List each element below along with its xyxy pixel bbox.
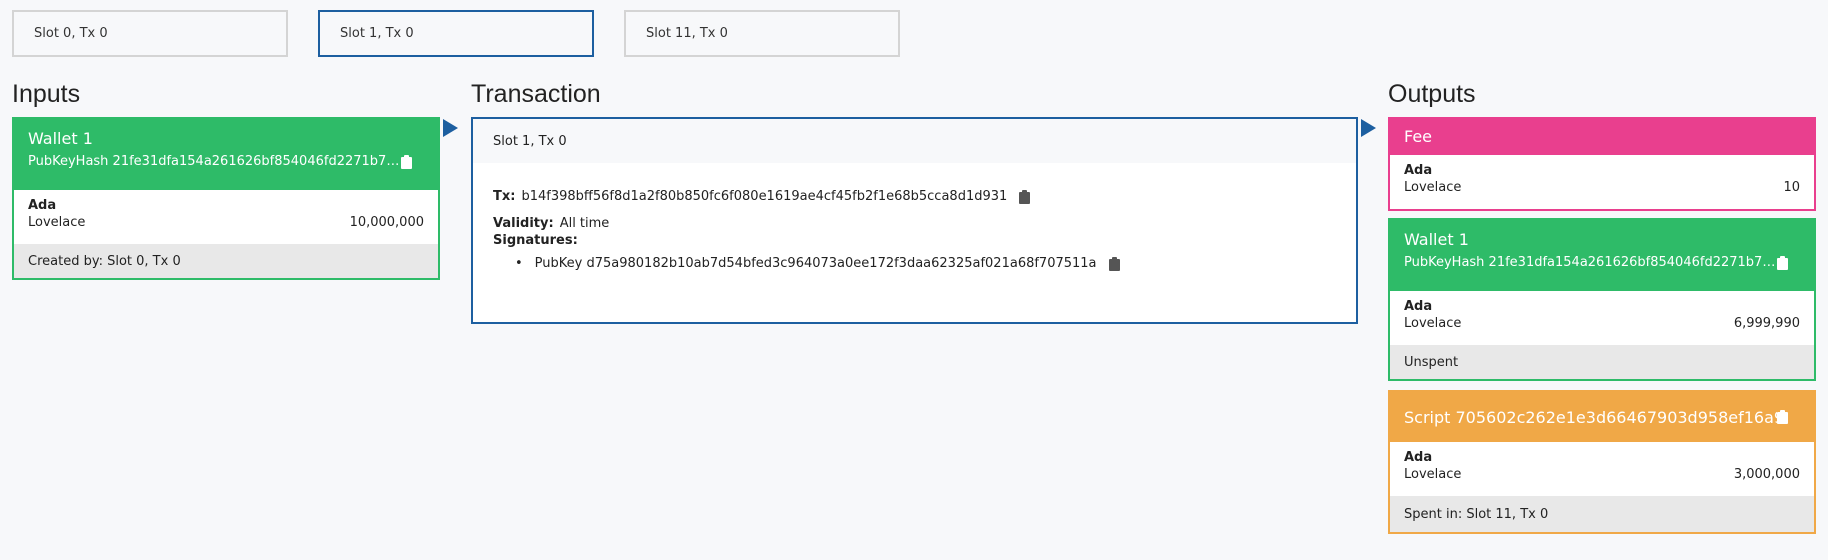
triangle-right-icon	[443, 119, 458, 137]
output-script-spent-in[interactable]: Spent in: Slot 11, Tx 0	[1390, 496, 1814, 532]
input-token: Lovelace	[28, 215, 86, 230]
output-script-card: Script 705602c262e1e3d66467903d958ef16a9…	[1388, 390, 1816, 534]
output-script-token: Lovelace	[1404, 467, 1462, 482]
output-fee-card: Fee Ada Lovelace 10	[1388, 117, 1816, 211]
tx-id: b14f398bff56f8d1a2f80b850fc6f080e1619ae4…	[521, 189, 1008, 204]
output-fee-title: Fee	[1404, 127, 1433, 146]
output-script-currency: Ada	[1404, 450, 1433, 465]
output-fee-amount: 10	[1783, 180, 1800, 195]
output-wallet-amount: 6,999,990	[1733, 316, 1800, 331]
input-created-by[interactable]: Created by: Slot 0, Tx 0	[14, 244, 438, 278]
output-script-value: Ada Lovelace 3,000,000	[1390, 442, 1814, 496]
clipboard-icon[interactable]	[1777, 410, 1788, 424]
output-fee-currency: Ada	[1404, 163, 1433, 178]
input-wallet-card: Wallet 1 PubKeyHash 21fe31dfa154a261626b…	[12, 117, 440, 280]
output-fee-token: Lovelace	[1404, 180, 1462, 195]
output-wallet-status: Unspent	[1390, 345, 1814, 379]
output-wallet-currency: Ada	[1404, 299, 1433, 314]
transaction-title: Transaction	[471, 80, 601, 108]
tx-label: Tx:	[493, 189, 516, 204]
output-wallet-hash: PubKeyHash 21fe31dfa154a261626bf854046fd…	[1404, 255, 1777, 270]
output-fee-value: Ada Lovelace 10	[1390, 155, 1814, 201]
input-wallet-hash: PubKeyHash 21fe31dfa154a261626bf854046fd…	[28, 154, 401, 169]
validity-value: All time	[559, 216, 610, 231]
slot-button-0[interactable]: Slot 0, Tx 0	[12, 10, 288, 57]
clipboard-icon[interactable]	[1108, 256, 1120, 271]
signature-pubkey: PubKey d75a980182b10ab7d54bfed3c964073a0…	[534, 256, 1097, 271]
output-wallet-header: Wallet 1 PubKeyHash 21fe31dfa154a261626b…	[1390, 220, 1814, 291]
input-currency: Ada	[28, 198, 57, 213]
output-wallet-token: Lovelace	[1404, 316, 1462, 331]
signatures-label: Signatures:	[493, 233, 578, 248]
signatures-list: PubKey d75a980182b10ab7d54bfed3c964073a0…	[533, 256, 1336, 271]
validity-label: Validity:	[493, 216, 554, 231]
output-script-amount: 3,000,000	[1733, 467, 1800, 482]
input-wallet-title: Wallet 1	[28, 129, 93, 148]
clipboard-icon[interactable]	[1019, 189, 1031, 204]
outputs-title: Outputs	[1388, 80, 1476, 108]
input-wallet-header: Wallet 1 PubKeyHash 21fe31dfa154a261626b…	[14, 119, 438, 190]
input-amount: 10,000,000	[349, 215, 424, 230]
transaction-card: Slot 1, Tx 0 Tx: b14f398bff56f8d1a2f80b8…	[471, 117, 1358, 324]
clipboard-icon[interactable]	[401, 154, 412, 169]
input-value: Ada Lovelace 10,000,000	[14, 190, 438, 244]
inputs-title: Inputs	[12, 80, 81, 108]
output-fee-header: Fee	[1390, 119, 1814, 155]
output-script-header: Script 705602c262e1e3d66467903d958ef16a9…	[1390, 392, 1814, 442]
output-wallet-title: Wallet 1	[1404, 230, 1469, 249]
slot-button-11[interactable]: Slot 11, Tx 0	[624, 10, 900, 57]
output-script-title: Script 705602c262e1e3d66467903d958ef16a9…	[1404, 407, 1777, 427]
output-wallet-value: Ada Lovelace 6,999,990	[1390, 291, 1814, 345]
clipboard-icon[interactable]	[1777, 255, 1788, 270]
triangle-right-icon	[1361, 119, 1376, 137]
slot-button-1[interactable]: Slot 1, Tx 0	[318, 10, 594, 57]
list-item: PubKey d75a980182b10ab7d54bfed3c964073a0…	[533, 256, 1336, 271]
output-wallet-card: Wallet 1 PubKeyHash 21fe31dfa154a261626b…	[1388, 218, 1816, 381]
transaction-header: Slot 1, Tx 0	[473, 119, 1356, 163]
